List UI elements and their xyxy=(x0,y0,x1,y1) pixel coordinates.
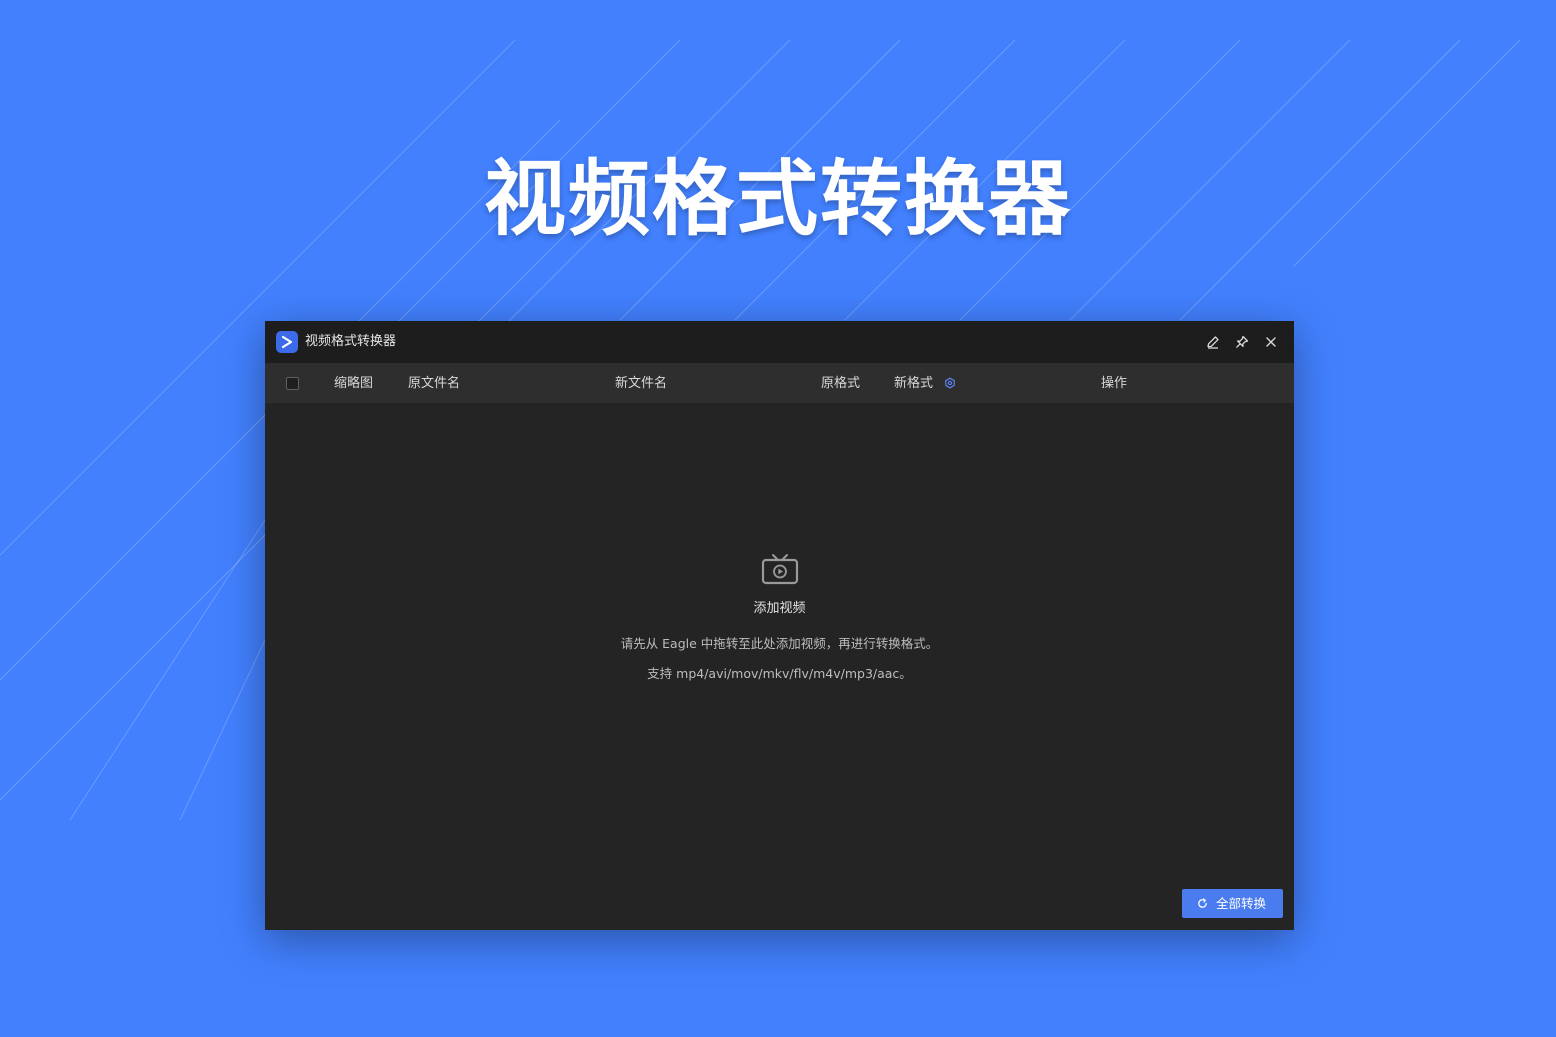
edit-button[interactable] xyxy=(1204,333,1222,351)
title-bar: 视频格式转换器 xyxy=(265,321,1294,363)
convert-all-label: 全部转换 xyxy=(1216,896,1267,911)
table-header: 缩略图 原文件名 新文件名 原格式 新格式 操作 xyxy=(265,363,1294,403)
supported-formats-text: 支持 mp4/avi/mov/mkv/flv/m4v/mp3/aac。 xyxy=(647,666,912,681)
column-original-name: 原文件名 xyxy=(408,376,461,391)
pencil-icon xyxy=(1207,336,1219,349)
select-all-checkbox[interactable] xyxy=(286,377,299,390)
column-new-name: 新文件名 xyxy=(615,376,668,391)
empty-state-description: 请先从 Eagle 中拖转至此处添加视频，再进行转换格式。 xyxy=(620,636,939,651)
pin-icon xyxy=(1236,335,1249,348)
tv-play-icon xyxy=(761,554,798,585)
empty-state: 添加视频 请先从 Eagle 中拖转至此处添加视频，再进行转换格式。 支持 mp… xyxy=(265,551,1294,682)
empty-state-title: 添加视频 xyxy=(753,601,806,616)
close-button[interactable] xyxy=(1262,333,1280,351)
app-logo-icon xyxy=(276,331,298,353)
new-format-settings-button[interactable] xyxy=(944,377,956,389)
app-title: 视频格式转换器 xyxy=(305,334,397,349)
pin-button[interactable] xyxy=(1233,333,1251,351)
convert-all-button[interactable]: 全部转换 xyxy=(1182,889,1283,918)
gear-icon xyxy=(945,377,955,389)
column-actions: 操作 xyxy=(1101,376,1128,391)
app-window: 视频格式转换器 缩略图 原文件名 新文件名 原格式 新格式 操作 添加视频 请先… xyxy=(265,321,1294,930)
close-icon xyxy=(1266,337,1276,347)
refresh-icon xyxy=(1197,898,1208,909)
column-original-format: 原格式 xyxy=(821,376,861,391)
column-new-format: 新格式 xyxy=(894,376,934,391)
hero-title: 视频格式转换器 xyxy=(483,152,1072,247)
column-thumbnail: 缩略图 xyxy=(334,376,374,391)
